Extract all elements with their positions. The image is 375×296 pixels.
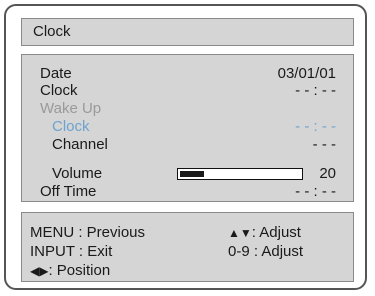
title-bar: Clock (21, 18, 354, 46)
wake-clock-label[interactable]: Clock (52, 118, 90, 135)
volume-slider[interactable] (177, 168, 303, 180)
off-time-label: Off Time (40, 183, 97, 200)
digits-hint: 0-9 : Adjust (228, 243, 304, 260)
date-value[interactable]: 03/01/01 (278, 65, 336, 82)
left-right-arrows-icon: ◀▶ (30, 264, 49, 278)
wake-clock-value[interactable]: - - : - - (295, 118, 336, 135)
wake-up-label: Wake Up (40, 100, 102, 117)
off-time-value[interactable]: - - : - - (295, 183, 336, 200)
volume-label: Volume (52, 165, 103, 182)
clock-label: Clock (40, 82, 78, 99)
position-hint-text: : Position (48, 262, 111, 279)
settings-panel: Date 03/01/01 Clock - - : - - Wake Up Cl… (21, 54, 354, 202)
dialog-title: Clock (33, 23, 71, 40)
up-down-arrows-icon: ▲▼ (228, 226, 252, 240)
volume-fill (180, 171, 204, 177)
input-hint: INPUT : Exit (30, 243, 113, 260)
adjust-hint: ▲▼: Adjust (228, 224, 301, 242)
menu-hint: MENU : Previous (30, 224, 146, 241)
channel-label: Channel (52, 136, 108, 153)
volume-value: 20 (319, 165, 336, 182)
adjust-hint-text: : Adjust (251, 224, 301, 241)
position-hint: ◀▶: Position (30, 262, 110, 280)
help-panel: MENU : Previous INPUT : Exit ◀▶: Positio… (21, 212, 354, 282)
channel-value[interactable]: - - - (313, 136, 336, 153)
date-label: Date (40, 65, 72, 82)
clock-value[interactable]: - - : - - (295, 82, 336, 99)
